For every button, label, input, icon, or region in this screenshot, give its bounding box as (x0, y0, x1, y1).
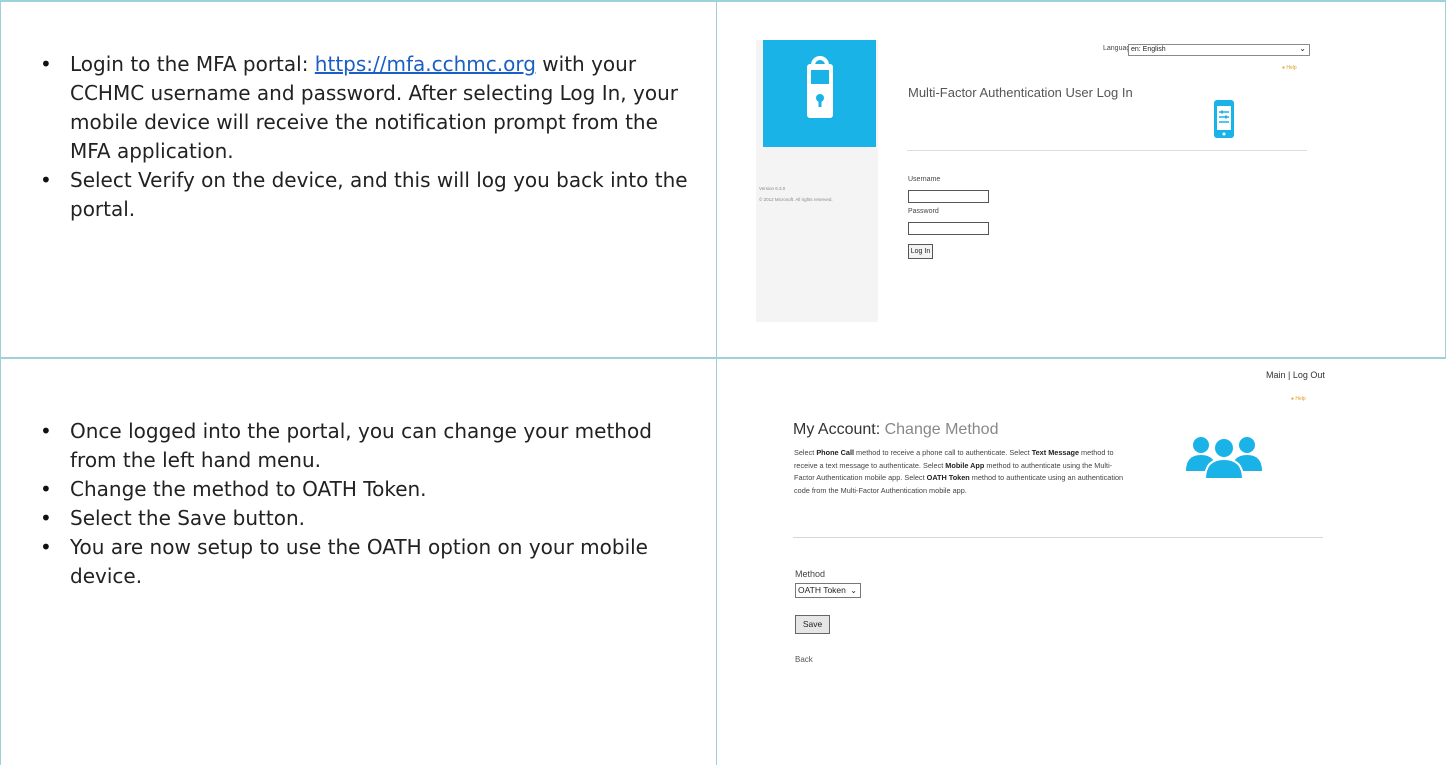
table-border-top (0, 0, 1446, 2)
method-select[interactable]: OATH Token ⌄ (795, 583, 861, 598)
login-screenshot: Version 6.3.0 © 2012 Microsoft. All righ… (756, 40, 1316, 325)
mfa-logo-tile (763, 40, 876, 147)
username-label: Username (908, 176, 941, 183)
page-title: My Account: Change Method (793, 421, 999, 438)
method-description: Select Phone Call method to receive a ph… (794, 448, 1124, 495)
password-field[interactable] (908, 222, 989, 235)
login-title: Multi-Factor Authentication User Log In (908, 85, 1133, 100)
bullet-verify: Select Verify on the device, and this wi… (30, 166, 690, 224)
method-label: Method (795, 569, 826, 579)
bullet-setup: You are now setup to use the OATH option… (30, 533, 690, 591)
bullet-change-method: Once logged into the portal, you can cha… (30, 417, 690, 475)
password-label: Password (908, 208, 939, 215)
bullet-login: Login to the MFA portal: https://mfa.cch… (30, 50, 690, 166)
main-logout-links[interactable]: Main | Log Out (1266, 370, 1325, 380)
mobile-settings-icon (1214, 100, 1234, 138)
table-border-left (0, 0, 1, 765)
chevron-down-icon: ⌄ (1299, 44, 1306, 53)
bullet-oath: Change the method to OATH Token. (30, 475, 690, 504)
login-instructions: Login to the MFA portal: https://mfa.cch… (30, 50, 690, 224)
method-instructions: Once logged into the portal, you can cha… (30, 417, 690, 591)
phone-lock-icon (807, 56, 833, 118)
help-link[interactable]: ● Help (1282, 65, 1297, 71)
divider (907, 150, 1307, 151)
bullet-save: Select the Save button. (30, 504, 690, 533)
username-field[interactable] (908, 190, 989, 203)
change-method-screenshot: Main | Log Out ● Help My Account: Change… (756, 365, 1336, 695)
table-border-center (716, 0, 717, 765)
mfa-portal-link[interactable]: https://mfa.cchmc.org (315, 52, 536, 76)
language-select[interactable]: en: English ⌄ (1128, 44, 1310, 56)
version-text: Version 6.3.0 © 2012 Microsoft. All righ… (759, 186, 833, 202)
save-button[interactable]: Save (795, 615, 830, 634)
table-border-middle (0, 357, 1446, 359)
divider (793, 537, 1323, 538)
users-icon (1186, 437, 1262, 480)
login-sidebar: Version 6.3.0 © 2012 Microsoft. All righ… (756, 40, 878, 322)
back-link[interactable]: Back (795, 655, 813, 664)
help-link[interactable]: ● Help (1291, 396, 1306, 402)
login-button[interactable]: Log In (908, 244, 933, 259)
chevron-down-icon: ⌄ (850, 586, 857, 595)
